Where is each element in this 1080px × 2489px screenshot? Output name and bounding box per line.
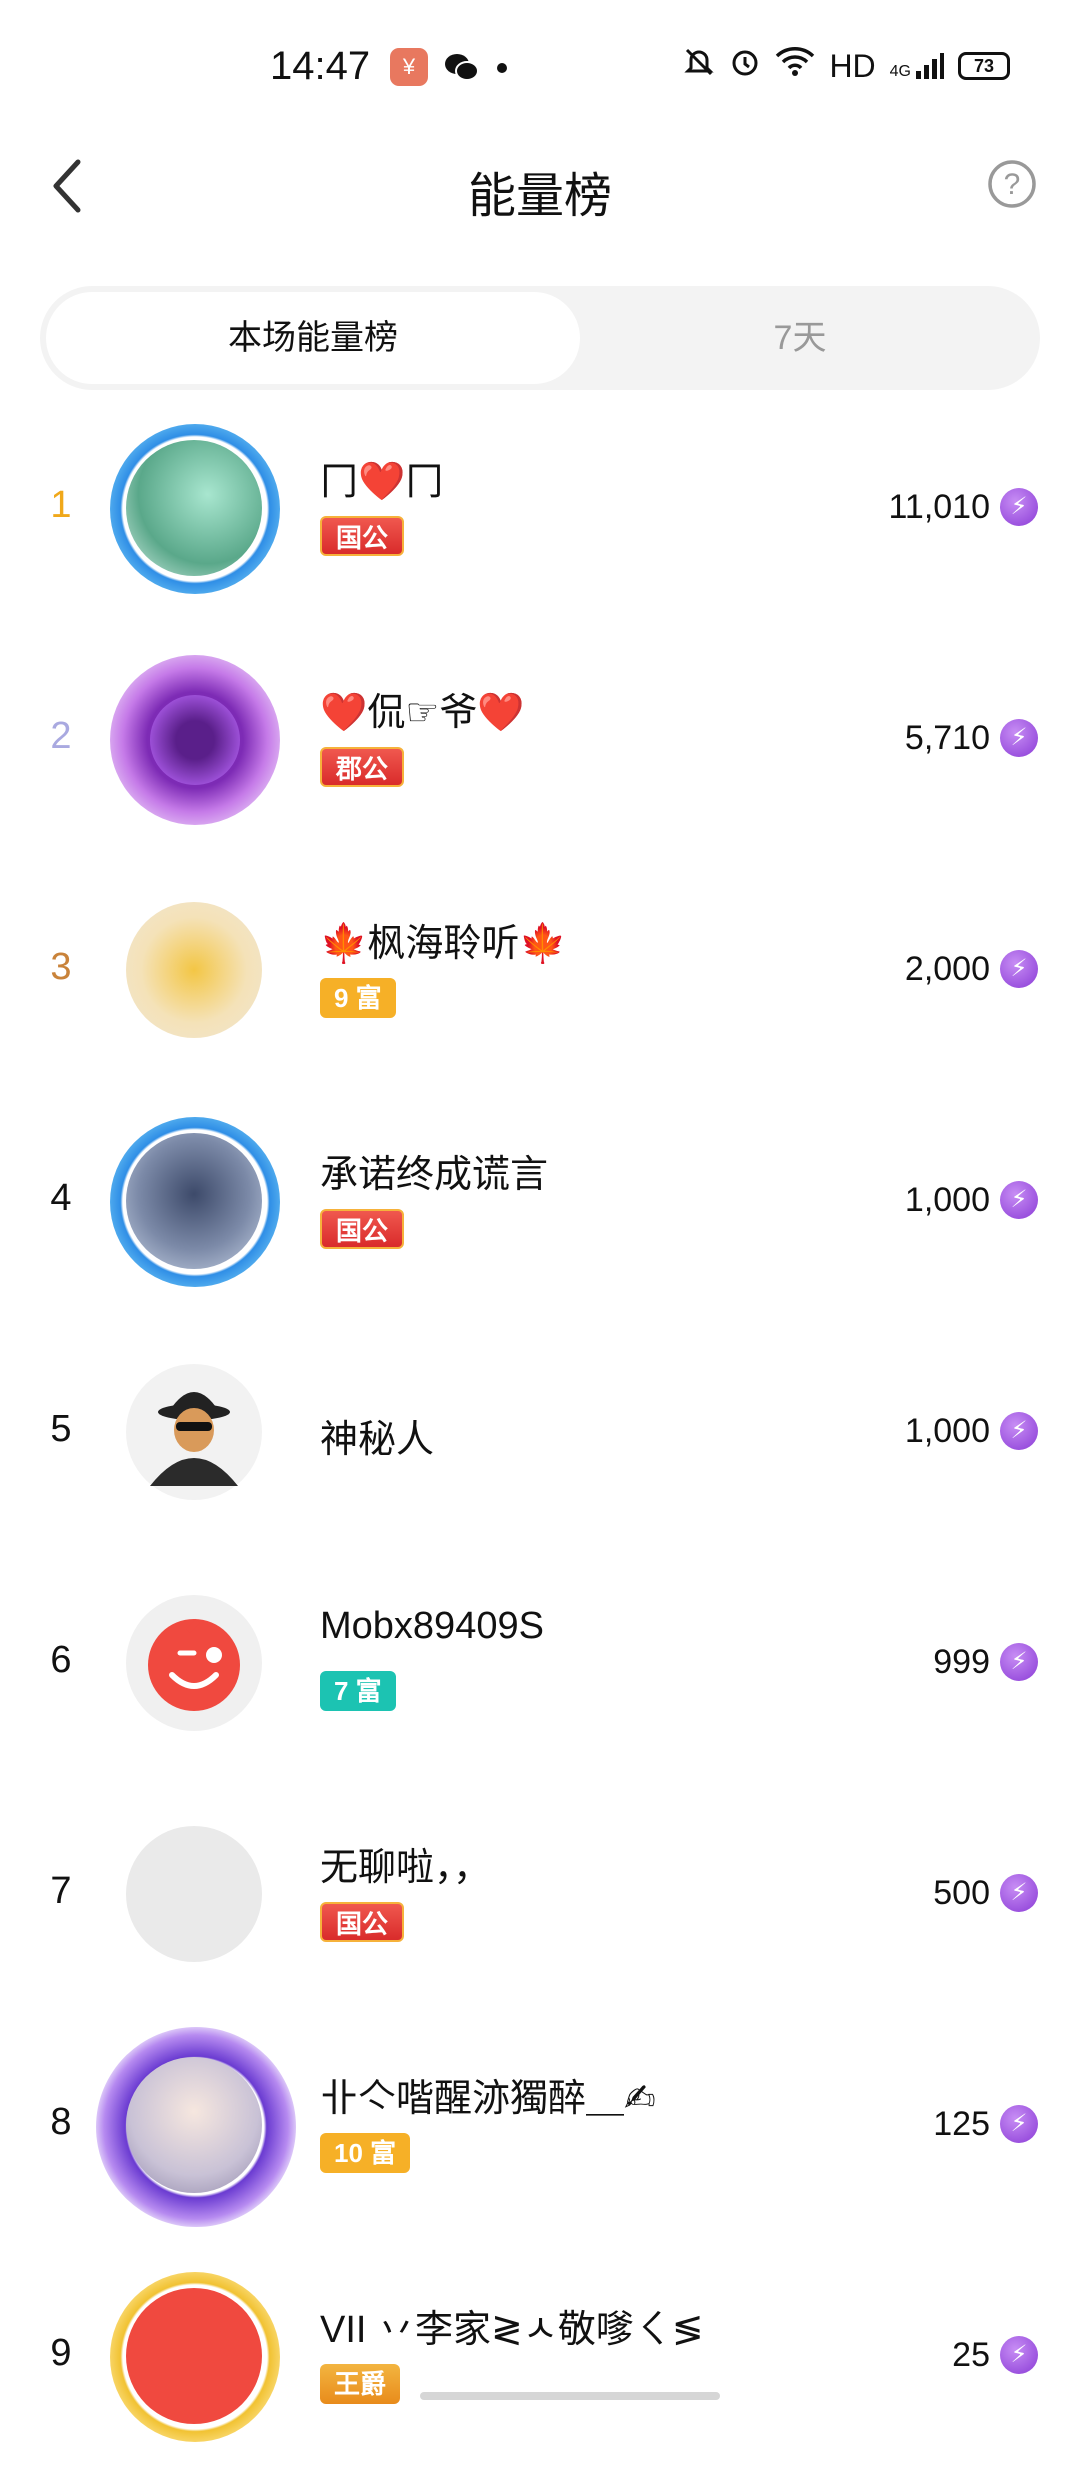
avatar[interactable] <box>150 695 240 785</box>
user-name: 神秘人 <box>320 1408 434 1463</box>
rank-badge: 郡公 <box>320 747 404 787</box>
alarm-icon <box>729 46 761 86</box>
user-name: VII 丷李家≷ㅅ敬嗲ㄑ≶ <box>320 2298 704 2353</box>
status-time: 14:47 <box>270 44 370 89</box>
rank-number: 4 <box>44 1177 78 1220</box>
user-name: 承诺终成谎言 <box>320 1143 548 1198</box>
lightning-icon: ⚡ <box>1000 950 1038 988</box>
rank-number: 1 <box>44 484 78 527</box>
wealth-level-badge: 7 富 <box>320 1671 396 1711</box>
user-name: Mobx89409S <box>320 1605 544 1648</box>
avatar[interactable] <box>126 2057 262 2193</box>
list-item[interactable]: 6 Mobx89409S 7 富 999 ⚡ <box>0 1565 1080 1796</box>
rank-number: 2 <box>44 715 78 758</box>
lightning-icon: ⚡ <box>1000 719 1038 757</box>
user-name: 🍁枫海聆听🍁 <box>320 912 567 967</box>
svg-text:?: ? <box>1004 168 1021 201</box>
lightning-icon: ⚡ <box>1000 1643 1038 1681</box>
energy-score: 2,000 <box>905 950 990 989</box>
status-indicators: HD 4G 73 <box>683 46 1010 86</box>
avatar[interactable] <box>126 440 262 576</box>
mute-icon <box>683 46 715 86</box>
notification-dot <box>497 63 507 73</box>
avatar[interactable] <box>126 1826 262 1962</box>
user-name: 卝亽喈醒洂獨醉＿✍ <box>320 2067 656 2122</box>
energy-score: 1,000 <box>905 1181 990 1220</box>
energy-score: 999 <box>933 1643 990 1682</box>
list-item[interactable]: 2 ❤️侃☞爷❤️ 郡公 5,710 ⚡ <box>0 641 1080 872</box>
wifi-icon <box>775 46 815 86</box>
energy-score: 500 <box>933 1874 990 1913</box>
lightning-icon: ⚡ <box>1000 1181 1038 1219</box>
list-item[interactable]: 8 卝亽喈醒洂獨醉＿✍ 10 富 125 ⚡ <box>0 2027 1080 2258</box>
tab-current-session[interactable]: 本场能量榜 <box>46 292 580 384</box>
lightning-icon: ⚡ <box>1000 1412 1038 1450</box>
energy-score: 11,010 <box>889 488 990 527</box>
user-name: 冂❤️冂 <box>320 450 443 505</box>
wealth-level-badge: 9 富 <box>320 978 396 1018</box>
energy-score: 5,710 <box>905 719 990 758</box>
rank-number: 6 <box>44 1639 78 1682</box>
list-item[interactable]: 9 VII 丷李家≷ㅅ敬嗲ㄑ≶ 王爵 25 ⚡ <box>0 2258 1080 2489</box>
lightning-icon: ⚡ <box>1000 2336 1038 2374</box>
ranking-list: 1 冂❤️冂 国公 11,010 ⚡ 2 ❤️侃☞爷❤️ 郡公 5,710 ⚡ … <box>0 410 1080 2489</box>
rank-badge: 国公 <box>320 516 404 556</box>
energy-score: 125 <box>933 2105 990 2144</box>
mystery-person-icon <box>126 1364 262 1500</box>
avatar[interactable] <box>126 2288 262 2424</box>
user-name: 无聊啦，， <box>320 1836 491 1891</box>
energy-score: 1,000 <box>905 1412 990 1451</box>
page-title: 能量榜 <box>0 156 1080 226</box>
header: 能量榜 ? <box>0 130 1080 240</box>
rank-badge: 国公 <box>320 1902 404 1942</box>
list-item[interactable]: 1 冂❤️冂 国公 11,010 ⚡ <box>0 410 1080 641</box>
wealth-level-badge: 10 富 <box>320 2133 410 2173</box>
rank-number: 3 <box>44 946 78 989</box>
wechat-icon <box>442 48 480 86</box>
lightning-icon: ⚡ <box>1000 488 1038 526</box>
avatar[interactable] <box>126 1595 262 1731</box>
tab-7-days[interactable]: 7天 <box>560 292 1040 384</box>
list-item[interactable]: 7 无聊啦，， 国公 500 ⚡ <box>0 1796 1080 2027</box>
question-circle-icon: ? <box>982 154 1042 214</box>
rank-badge: 王爵 <box>320 2364 400 2404</box>
help-button[interactable]: ? <box>982 154 1042 214</box>
lightning-icon: ⚡ <box>1000 2105 1038 2143</box>
user-name: ❤️侃☞爷❤️ <box>320 681 525 736</box>
winking-face-icon <box>126 1595 262 1731</box>
energy-score: 25 <box>952 2336 990 2375</box>
tab-bar: 本场能量榜 7天 <box>40 286 1040 390</box>
list-item[interactable]: 4 承诺终成谎言 国公 1,000 ⚡ <box>0 1103 1080 1334</box>
home-indicator[interactable] <box>420 2392 720 2400</box>
avatar[interactable] <box>126 1133 262 1269</box>
battery-icon: 73 <box>958 52 1010 80</box>
network-label: HD <box>829 48 875 85</box>
app-notification-icon: ¥ <box>390 48 428 86</box>
anonymous-avatar[interactable] <box>126 1364 262 1500</box>
rank-number: 9 <box>44 2332 78 2375</box>
rank-number: 5 <box>44 1408 78 1451</box>
rank-badge: 国公 <box>320 1209 404 1249</box>
rank-number: 7 <box>44 1870 78 1913</box>
signal-icon: 4G <box>890 51 944 81</box>
lightning-icon: ⚡ <box>1000 1874 1038 1912</box>
list-item[interactable]: 5 神秘人 1,000 ⚡ <box>0 1334 1080 1565</box>
list-item[interactable]: 3 🍁枫海聆听🍁 9 富 2,000 ⚡ <box>0 872 1080 1103</box>
rank-number: 8 <box>44 2101 78 2144</box>
status-bar: 14:47 ¥ HD 4G 73 <box>0 0 1080 130</box>
avatar[interactable] <box>126 902 262 1038</box>
